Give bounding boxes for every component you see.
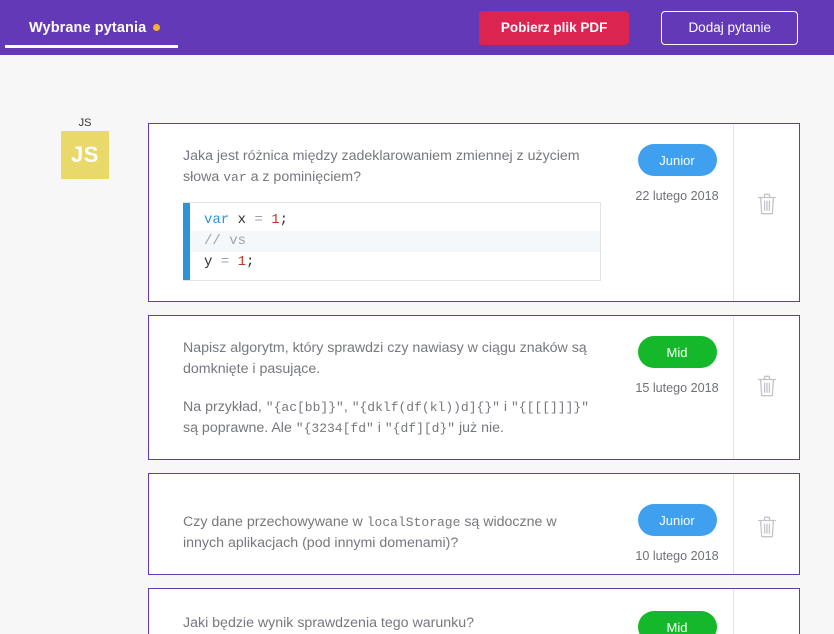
question-example-text: Na przykład, "{ac[bb]}", "{dklf(df(kl))d…	[183, 397, 601, 439]
code-block: var x = 1; // vs y = 1;	[183, 202, 601, 281]
inline-code: localStorage	[366, 515, 461, 530]
javascript-logo-icon: JS	[61, 131, 109, 179]
question-card: Jaka jest różnica między zadeklarowaniem…	[148, 123, 800, 302]
example-prefix: Na przykład,	[183, 399, 266, 415]
question-card: Napisz algorytm, który sprawdzi czy nawi…	[148, 315, 800, 460]
app-header: Wybrane pytania Pobierz plik PDF Dodaj p…	[0, 0, 834, 55]
question-actions	[733, 316, 799, 459]
level-badge[interactable]: Mid	[637, 336, 717, 368]
example-sep: i	[373, 420, 385, 436]
code-line: var x = 1;	[204, 212, 289, 228]
technology-alt-text: JS	[78, 117, 92, 129]
question-list: Jaka jest różnica między zadeklarowaniem…	[148, 123, 800, 634]
status-dot-icon	[153, 24, 161, 31]
question-text-part: Czy dane przechowywane w	[183, 514, 367, 530]
code-line: y = 1;	[204, 254, 255, 270]
code-line: // vs	[190, 231, 600, 252]
example-sep: są poprawne. Ale	[183, 420, 296, 436]
question-date: 10 lutego 2018	[635, 549, 719, 563]
inline-code: var	[223, 170, 247, 185]
example-sep: i	[499, 399, 511, 415]
question-meta: Junior 22 lutego 2018	[621, 124, 733, 301]
tab-wybrane-pytania[interactable]: Wybrane pytania	[5, 0, 184, 55]
question-actions	[733, 474, 799, 574]
trash-icon[interactable]	[756, 192, 778, 216]
example-sep: ,	[343, 399, 352, 415]
question-card: Jaki będzie wynik sprawdzenia tego warun…	[148, 588, 800, 634]
inline-code: "{[[[]]]}"	[510, 400, 589, 415]
code-lines: var x = 1; // vs y = 1;	[190, 203, 600, 280]
question-card: Czy dane przechowywane w localStorage są…	[148, 473, 800, 575]
level-badge[interactable]: Mid	[637, 611, 717, 634]
code-accent-bar	[183, 203, 190, 280]
question-actions	[733, 124, 799, 301]
inline-code: "{dklf(df(kl))d]{}"	[351, 400, 500, 415]
question-content: Jaki będzie wynik sprawdzenia tego warun…	[149, 589, 621, 634]
inline-code: "{3234[fd"	[295, 421, 374, 436]
level-badge[interactable]: Junior	[637, 504, 717, 536]
question-date: 15 lutego 2018	[635, 381, 719, 395]
example-suffix: już nie.	[455, 420, 504, 436]
question-date: 22 lutego 2018	[635, 189, 719, 203]
question-meta: Junior 10 lutego 2018	[621, 474, 733, 574]
page-body: JS JS Jaka jest różnica między zadeklaro…	[0, 55, 834, 634]
question-meta: Mid 15 lutego 2018	[621, 316, 733, 459]
question-text: Jaki będzie wynik sprawdzenia tego warun…	[183, 615, 475, 631]
inline-code: "{df][d}"	[384, 421, 456, 436]
technology-rail: JS JS	[55, 117, 115, 179]
level-badge[interactable]: Junior	[637, 144, 717, 176]
trash-icon[interactable]	[756, 374, 778, 398]
question-content: Napisz algorytm, który sprawdzi czy nawi…	[149, 316, 621, 459]
trash-icon[interactable]	[756, 515, 778, 539]
tab-label: Wybrane pytania	[29, 19, 147, 36]
download-pdf-button[interactable]: Pobierz plik PDF	[478, 10, 630, 45]
question-meta: Mid 8 lutego 2018	[621, 589, 733, 634]
inline-code: "{ac[bb]}"	[265, 400, 344, 415]
question-actions	[733, 589, 799, 634]
tab-active-underline	[5, 45, 178, 48]
question-text-part: a z pominięciem?	[246, 169, 361, 185]
question-text: Czy dane przechowywane w localStorage są…	[183, 512, 601, 554]
add-question-button[interactable]: Dodaj pytanie	[661, 10, 798, 45]
question-text: Jaka jest różnica między zadeklarowaniem…	[183, 146, 601, 188]
question-text: Napisz algorytm, który sprawdzi czy nawi…	[183, 340, 587, 377]
question-content: Czy dane przechowywane w localStorage są…	[149, 474, 621, 574]
question-content: Jaka jest różnica między zadeklarowaniem…	[149, 124, 621, 301]
